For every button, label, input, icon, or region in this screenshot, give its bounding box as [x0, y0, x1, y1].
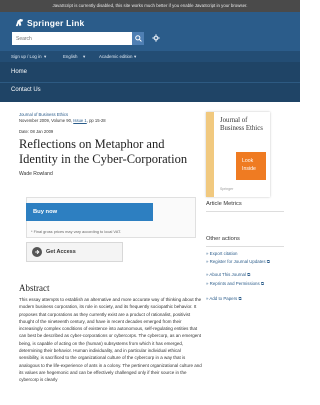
- cover-publisher: Springer: [220, 187, 234, 191]
- search-options-button[interactable]: [151, 33, 161, 43]
- reprints-permissions-link[interactable]: » Reprints and Permissions ⧉: [206, 281, 286, 286]
- article-title: Reflections on Metaphor and Identity in …: [19, 137, 188, 166]
- brand-name: Springer Link: [27, 17, 85, 28]
- signup-login-link[interactable]: Sign up / Log in: [11, 51, 42, 62]
- add-to-papers-link[interactable]: » Add to Papers ⧉: [206, 296, 286, 301]
- buy-now-button[interactable]: Buy now: [26, 203, 153, 221]
- journal-cover[interactable]: Journal of Business Ethics Look Inside S…: [206, 112, 270, 197]
- chevron-down-icon: ▾: [83, 54, 86, 59]
- springer-link-logo[interactable]: Springer Link: [14, 17, 84, 28]
- cover-title: Journal of Business Ethics: [220, 117, 263, 133]
- pages-text: , pp 15-28: [86, 118, 106, 123]
- academic-edition-selector[interactable]: Academic edition: [99, 51, 132, 62]
- abstract-text: This essay attempts to establish an alte…: [19, 297, 202, 383]
- cover-strip: [206, 112, 214, 197]
- sidebar-divider: [206, 211, 284, 212]
- article-author[interactable]: Wade Rowland: [19, 171, 53, 177]
- nav-divider: [0, 82, 300, 83]
- export-citation-link[interactable]: » Export citation: [206, 251, 286, 256]
- search-button[interactable]: [132, 32, 144, 45]
- other-actions-heading: Other actions: [206, 236, 240, 242]
- article-date: Date: 08 Jan 2009: [19, 129, 54, 134]
- article-metrics-heading[interactable]: Article Metrics: [206, 201, 242, 207]
- nav-contact-link[interactable]: Contact Us: [11, 87, 41, 93]
- chevron-down-icon: ▾: [44, 54, 47, 59]
- gear-icon: [152, 34, 160, 42]
- article-citation-meta: November 2009, Volume 90, Issue 1, pp 15…: [19, 118, 106, 123]
- chevron-down-icon: ▾: [134, 54, 137, 59]
- utility-bar: Sign up / Log in ▾ English ▾ Academic ed…: [0, 51, 300, 62]
- about-journal-link[interactable]: » About This Journal ⧉: [206, 272, 286, 277]
- get-access-label: Get Access: [46, 249, 76, 255]
- main-navigation: Home Contact Us: [0, 62, 300, 102]
- site-header: Springer Link: [0, 12, 300, 51]
- look-inside-button[interactable]: Look Inside: [236, 152, 266, 180]
- abstract-heading: Abstract: [19, 283, 50, 293]
- register-journal-updates-link[interactable]: » Register for Journal Updates ⧉: [206, 259, 286, 264]
- search-input[interactable]: [12, 32, 132, 45]
- nav-home-link[interactable]: Home: [11, 69, 27, 75]
- get-access-button[interactable]: Get Access: [26, 242, 123, 262]
- issue-link[interactable]: Issue 1: [73, 118, 87, 123]
- search-icon: [134, 35, 142, 42]
- journal-link[interactable]: Journal of Business Ethics: [19, 112, 68, 117]
- language-selector[interactable]: English: [63, 51, 77, 62]
- price-note: * Final gross prices may vary according …: [31, 229, 122, 234]
- springer-horse-icon: [15, 18, 24, 27]
- sidebar-divider: [206, 246, 284, 247]
- arrow-right-icon: [32, 247, 42, 257]
- volume-text: November 2009, Volume 90,: [19, 118, 73, 123]
- javascript-disabled-banner: JavaScript is currently disabled, this s…: [0, 0, 300, 12]
